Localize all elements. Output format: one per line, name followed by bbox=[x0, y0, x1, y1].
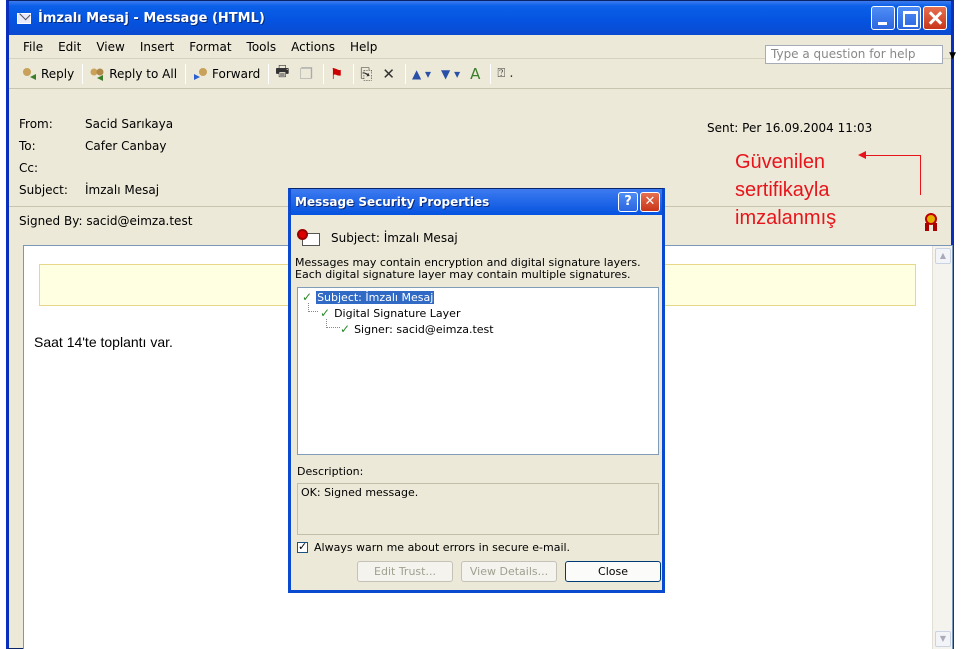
always-warn-row[interactable]: Always warn me about errors in secure e-… bbox=[297, 540, 571, 554]
sent-date: Sent: Per 16.09.2004 11:03 bbox=[707, 121, 873, 135]
menu-format[interactable]: Format bbox=[189, 40, 231, 54]
scroll-down-icon[interactable]: ▼ bbox=[935, 631, 951, 647]
move-to-folder-icon[interactable]: ⎘ bbox=[360, 65, 372, 83]
dialog-subject: Subject: İmzalı Mesaj bbox=[297, 229, 458, 247]
menu-tools[interactable]: Tools bbox=[247, 40, 277, 54]
minimize-button[interactable] bbox=[871, 6, 895, 30]
annotation-arrow-line bbox=[920, 155, 921, 195]
from-value[interactable]: Sacid Sarıkaya bbox=[85, 117, 173, 131]
dialog-close-button-bottom[interactable]: Close bbox=[565, 561, 661, 582]
forward-icon bbox=[194, 67, 208, 80]
reply-all-button[interactable]: Reply to All bbox=[89, 66, 177, 82]
toolbar-separator bbox=[268, 63, 270, 84]
menu-insert[interactable]: Insert bbox=[140, 40, 174, 54]
dialog-help-button[interactable]: ? bbox=[618, 192, 638, 212]
view-details-button[interactable]: View Details... bbox=[461, 561, 557, 582]
dialog-message: Messages may contain encryption and digi… bbox=[295, 256, 641, 281]
description-label: Description: bbox=[297, 465, 364, 478]
flag-icon[interactable]: ⚑ bbox=[330, 65, 343, 83]
subject-label: Subject: bbox=[19, 183, 68, 197]
annotation-line-3: imzalanmış bbox=[735, 207, 837, 229]
toolbar-separator bbox=[322, 63, 324, 84]
tree-node-signer[interactable]: ✓ Signer: sacid@eimza.test bbox=[340, 322, 494, 336]
reply-all-label: Reply to All bbox=[109, 66, 178, 81]
annotation-arrow-head bbox=[858, 151, 866, 159]
menu-edit[interactable]: Edit bbox=[58, 40, 81, 54]
annotation-arrow-line bbox=[865, 155, 920, 156]
subject-value: İmzalı Mesaj bbox=[85, 183, 160, 197]
security-layer-tree[interactable]: ✓ Subject: İmzalı Mesaj ✓ Digital Signat… bbox=[297, 287, 659, 455]
to-value[interactable]: Cafer Canbay bbox=[85, 139, 167, 153]
dialog-close-button[interactable]: ✕ bbox=[640, 192, 660, 212]
help-search-placeholder: Type a question for help bbox=[771, 47, 916, 61]
delete-icon[interactable]: ✕ bbox=[382, 65, 395, 83]
chevron-down-icon[interactable]: ▼ bbox=[949, 48, 956, 65]
from-label: From: bbox=[19, 117, 53, 131]
dialog-title[interactable]: Message Security Properties bbox=[291, 189, 662, 215]
tree-node-layer-label: Digital Signature Layer bbox=[334, 306, 461, 320]
check-icon: ✓ bbox=[340, 322, 351, 336]
cc-label: Cc: bbox=[19, 161, 39, 175]
signed-by-value: sacid@eimza.test bbox=[86, 214, 193, 228]
title-bar[interactable]: İmzalı Mesaj - Message (HTML) bbox=[9, 1, 951, 35]
menu-help[interactable]: Help bbox=[350, 40, 377, 54]
to-label: To: bbox=[19, 139, 36, 153]
toolbar-separator bbox=[490, 63, 492, 84]
check-icon: ✓ bbox=[302, 290, 313, 304]
reply-icon bbox=[23, 67, 36, 80]
help-search-input[interactable]: Type a question for help ▼ bbox=[765, 45, 956, 64]
body-text: Saat 14'te toplantı var. bbox=[34, 334, 173, 350]
reply-label: Reply bbox=[41, 66, 75, 81]
always-warn-checkbox[interactable] bbox=[297, 540, 308, 553]
next-item-icon[interactable]: ▼ ▾ bbox=[441, 67, 460, 81]
window-title: İmzalı Mesaj - Message (HTML) bbox=[38, 10, 265, 26]
security-properties-dialog: Message Security Properties ? ✕ Subject:… bbox=[288, 188, 665, 593]
dialog-subject-text: Subject: İmzalı Mesaj bbox=[331, 231, 458, 245]
edit-trust-button[interactable]: Edit Trust... bbox=[357, 561, 453, 582]
toolbar-separator bbox=[404, 63, 406, 84]
description-box: OK: Signed message. bbox=[297, 483, 659, 535]
address-book-icon[interactable]: A bbox=[470, 65, 480, 83]
envelope-icon bbox=[17, 12, 31, 24]
forward-button[interactable]: Forward bbox=[192, 66, 260, 82]
close-button[interactable] bbox=[923, 6, 947, 30]
tree-node-signer-label: Signer: sacid@eimza.test bbox=[354, 322, 494, 336]
signed-by-label: Signed By: bbox=[19, 214, 83, 228]
menu-file[interactable]: File bbox=[23, 40, 43, 54]
toolbar-separator bbox=[82, 63, 84, 84]
reply-all-icon bbox=[90, 68, 104, 81]
menu-view[interactable]: View bbox=[96, 40, 124, 54]
menu-actions[interactable]: Actions bbox=[291, 40, 335, 54]
copy-icon[interactable]: ❐ bbox=[299, 65, 312, 83]
signature-ribbon-icon[interactable] bbox=[925, 213, 937, 231]
tree-node-subject[interactable]: ✓ Subject: İmzalı Mesaj bbox=[302, 290, 435, 304]
annotation-line-2: sertifikayla bbox=[735, 179, 830, 201]
help-icon[interactable]: ⍰ . bbox=[497, 66, 513, 81]
maximize-button[interactable] bbox=[897, 6, 921, 30]
tree-line bbox=[326, 319, 340, 328]
previous-item-icon[interactable]: ▲ ▾ bbox=[412, 67, 431, 81]
reply-button[interactable]: Reply bbox=[21, 66, 74, 82]
annotation-line-1: Güvenilen bbox=[735, 151, 826, 173]
always-warn-label: Always warn me about errors in secure e-… bbox=[314, 541, 571, 554]
scroll-up-icon[interactable]: ▲ bbox=[935, 248, 951, 264]
tree-node-layer[interactable]: ✓ Digital Signature Layer bbox=[320, 306, 460, 320]
signed-envelope-icon bbox=[297, 229, 321, 247]
tree-node-subject-label: Subject: İmzalı Mesaj bbox=[316, 290, 435, 304]
forward-label: Forward bbox=[212, 66, 261, 81]
toolbar-separator bbox=[353, 63, 355, 84]
tree-line bbox=[308, 303, 318, 312]
vertical-scrollbar[interactable]: ▲ ▼ bbox=[932, 246, 952, 649]
annotation-callout: Güvenilen sertifikayla imzalanmış bbox=[735, 148, 836, 232]
print-icon[interactable]: 🖶 bbox=[275, 61, 289, 86]
toolbar-separator bbox=[185, 63, 187, 84]
check-icon: ✓ bbox=[320, 306, 331, 320]
